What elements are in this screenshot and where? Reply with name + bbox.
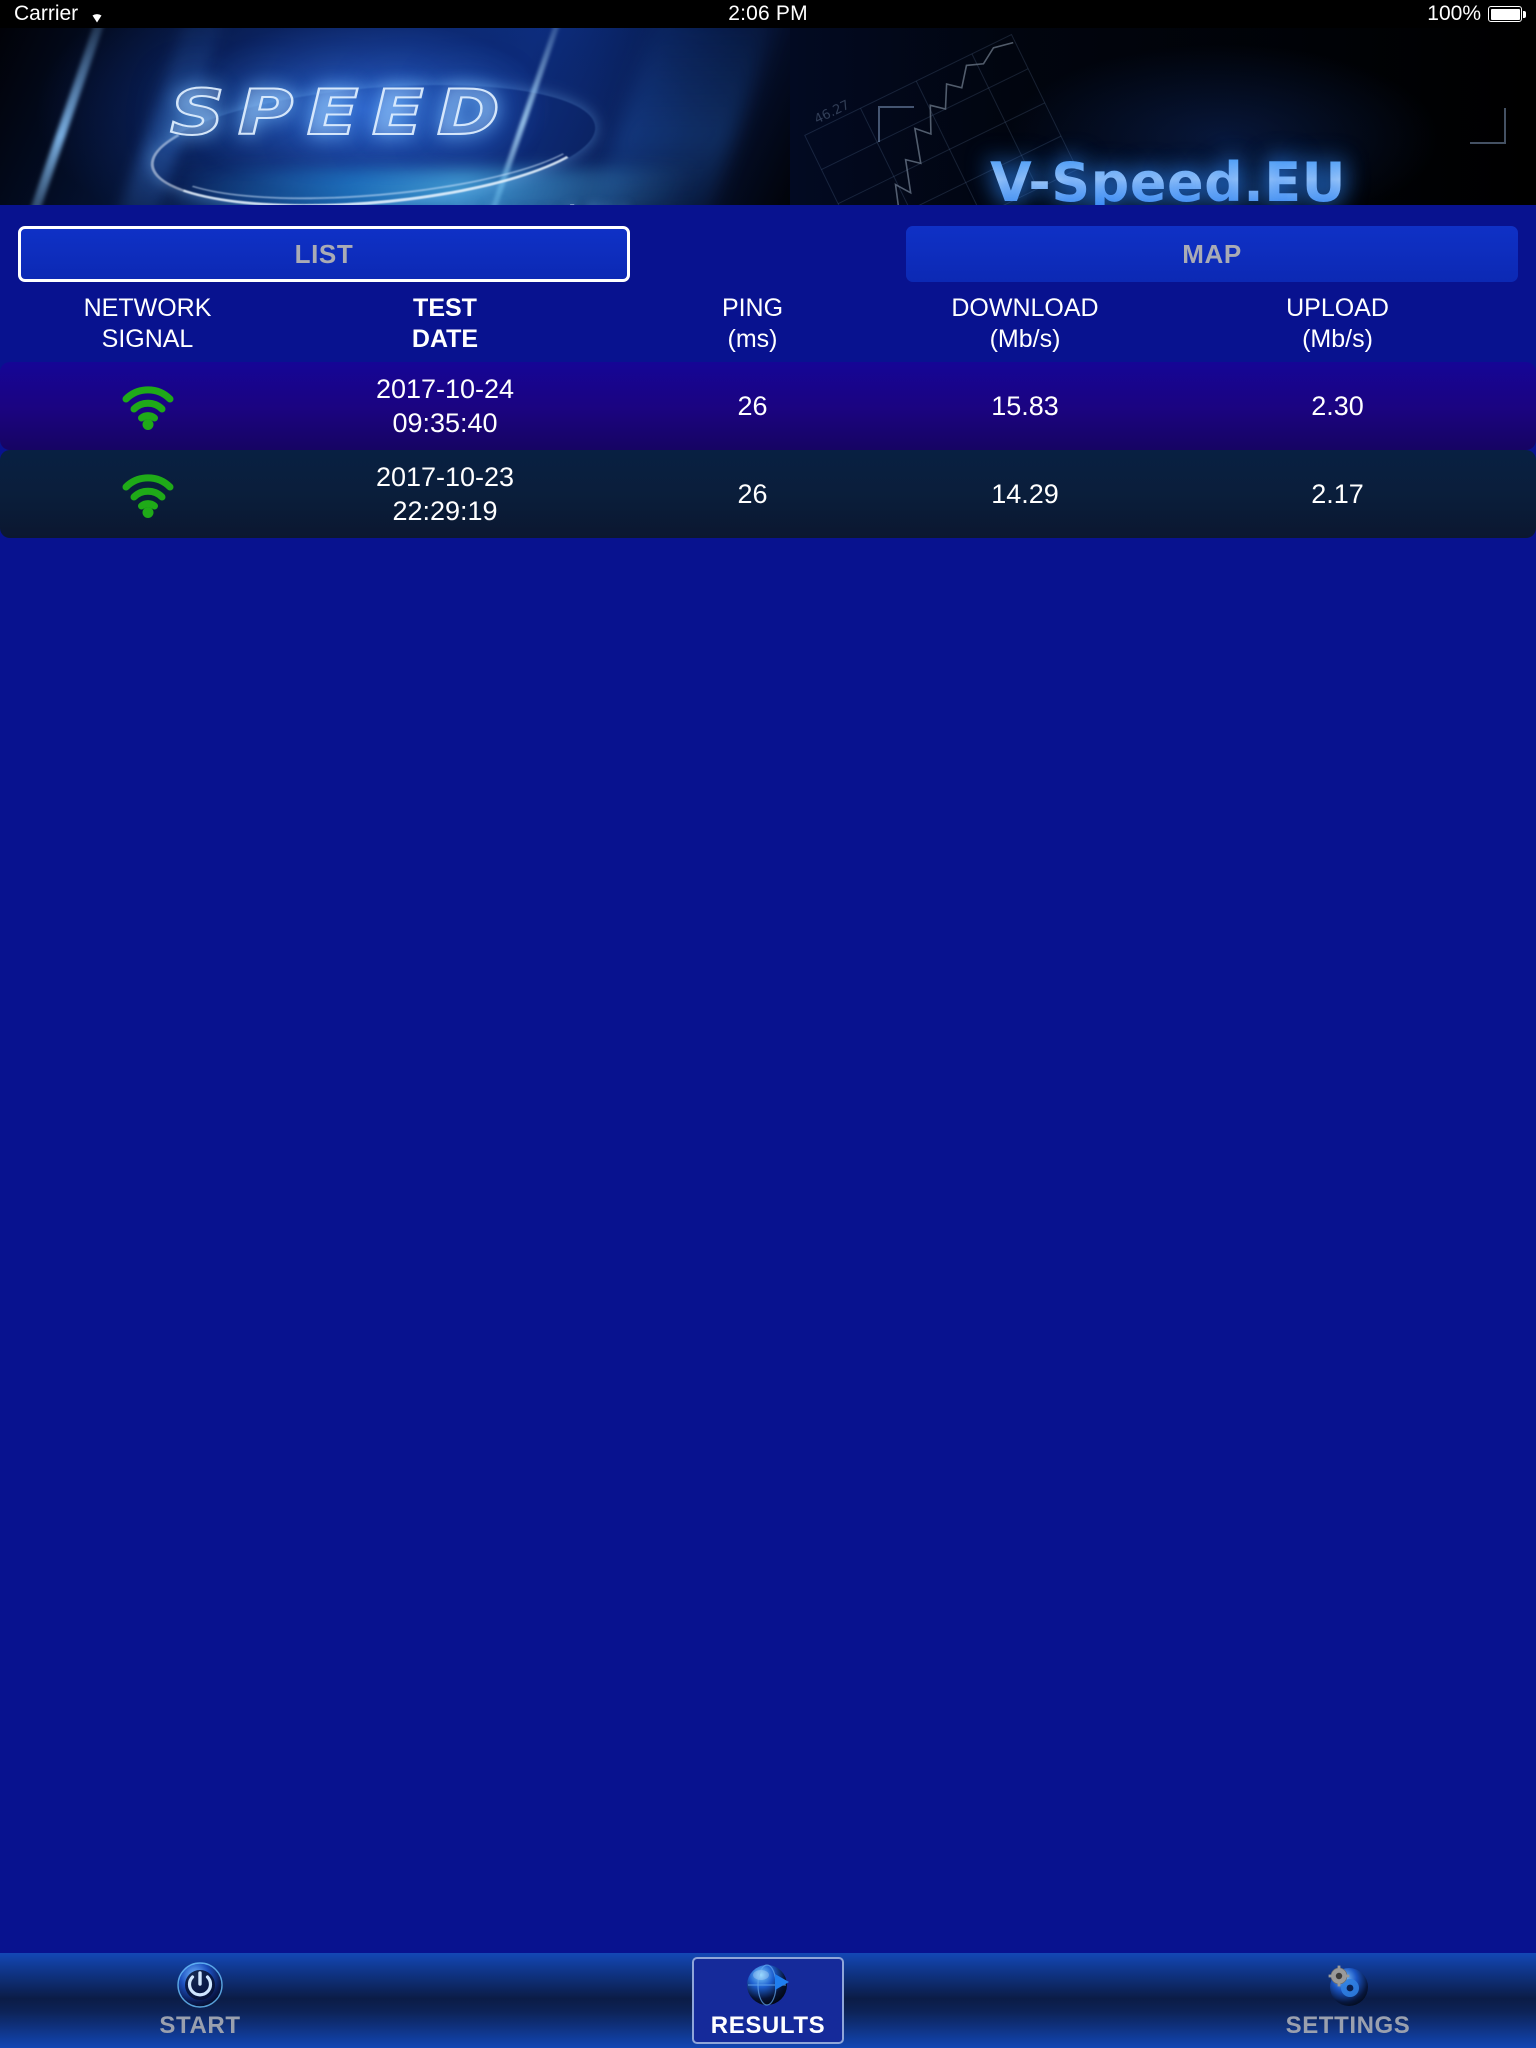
power-button-icon — [177, 1961, 223, 2008]
column-header-line1: NETWORK — [83, 294, 212, 322]
cell-test-date: 2017-10-23 22:29:19 — [330, 450, 560, 538]
tab-settings-label: SETTINGS — [1285, 2011, 1411, 2039]
wifi-signal-icon — [20, 450, 275, 538]
cell-date-value: 2017-10-23 — [375, 462, 515, 492]
tab-start[interactable]: START — [110, 1953, 290, 2048]
column-header-line2: (ms) — [727, 325, 778, 353]
cell-test-date: 2017-10-24 09:35:40 — [330, 362, 560, 450]
tab-list[interactable]: LIST — [18, 226, 630, 282]
view-mode-segmented-control: LIST MAP — [0, 226, 1536, 282]
status-bar-right: 100% — [1427, 0, 1526, 28]
tab-results[interactable]: RESULTS — [692, 1957, 844, 2044]
cell-time-value: 09:35:40 — [392, 408, 498, 438]
gear-globe-icon — [1328, 1965, 1368, 2006]
tab-map-label: MAP — [1182, 238, 1242, 269]
tab-settings[interactable]: SETTINGS — [1248, 1953, 1448, 2048]
wifi-signal-icon — [20, 362, 275, 450]
cell-upload: 2.17 — [1311, 479, 1364, 509]
brand-title: V-Speed.EU — [990, 151, 1346, 205]
cell-ping: 26 — [737, 391, 768, 421]
results-table-body: 2017-10-24 09:35:40 26 15.83 2.30 2017-1… — [0, 362, 1536, 538]
column-header-test-date[interactable]: TEST DATE — [330, 293, 560, 355]
cell-download: 14.29 — [991, 479, 1059, 509]
column-header-line2: SIGNAL — [101, 325, 194, 353]
status-bar: Carrier 2:06 PM 100% — [0, 0, 1536, 28]
tab-results-label: RESULTS — [710, 2011, 826, 2039]
column-header-line2: (Mb/s) — [1302, 325, 1373, 353]
column-header-line2: (Mb/s) — [989, 325, 1061, 353]
tab-list-label: LIST — [294, 238, 354, 269]
cell-date-value: 2017-10-24 — [375, 374, 515, 404]
results-page: LIST MAP NETWORK SIGNAL TEST DATE PING (… — [0, 205, 1536, 1953]
corner-bracket — [878, 106, 914, 142]
column-header-ping[interactable]: PING (ms) — [665, 293, 840, 355]
column-header-line1: TEST — [413, 294, 477, 322]
column-header-line1: PING — [721, 294, 784, 322]
column-header-line1: UPLOAD — [1286, 294, 1389, 322]
tab-map[interactable]: MAP — [906, 226, 1518, 282]
cell-time-value: 22:29:19 — [392, 496, 498, 526]
status-bar-clock: 2:06 PM — [728, 2, 808, 25]
table-row[interactable]: 2017-10-23 22:29:19 26 14.29 2.17 — [0, 450, 1536, 538]
tab-start-label: START — [159, 2011, 241, 2039]
column-header-download[interactable]: DOWNLOAD (Mb/s) — [905, 293, 1145, 355]
cell-upload: 2.30 — [1311, 391, 1364, 421]
column-header-upload[interactable]: UPLOAD (Mb/s) — [1230, 293, 1445, 355]
column-header-network-signal[interactable]: NETWORK SIGNAL — [20, 293, 275, 355]
speed-wordmark: SPEED — [169, 75, 514, 150]
column-header-line2: DATE — [411, 325, 479, 353]
corner-bracket — [1470, 108, 1506, 144]
cell-download: 15.83 — [991, 391, 1059, 421]
table-row[interactable]: 2017-10-24 09:35:40 26 15.83 2.30 — [0, 362, 1536, 450]
app-banner: 46.27 ABC SPEED V-Speed.EU V-Speed.EU V-… — [0, 28, 1536, 205]
results-table-header: NETWORK SIGNAL TEST DATE PING (ms) DOWNL… — [0, 293, 1536, 355]
column-header-line1: DOWNLOAD — [951, 294, 1099, 322]
battery-percent-label: 100% — [1427, 2, 1481, 25]
battery-full-icon — [1488, 6, 1526, 22]
bottom-tab-bar: START RESULTS SETTINGS — [0, 1953, 1536, 2048]
globe-icon — [747, 1963, 789, 2006]
cell-ping: 26 — [737, 479, 768, 509]
